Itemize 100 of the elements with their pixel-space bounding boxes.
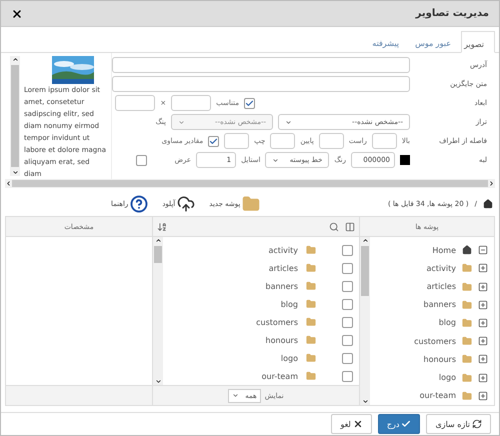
scrollbar[interactable]	[10, 56, 20, 176]
scroll-thumb[interactable]	[12, 180, 488, 187]
window-title: مدیریت تصاویر	[416, 8, 489, 19]
scroll-up-icon[interactable]	[362, 237, 368, 244]
expand-icon[interactable]	[478, 336, 488, 346]
dialog-button[interactable]: درج	[378, 414, 420, 434]
scroll-up-icon[interactable]	[12, 56, 18, 63]
home-icon[interactable]	[483, 199, 493, 209]
checkbox[interactable]	[136, 154, 147, 166]
columns-icon[interactable]	[345, 222, 355, 232]
tree-item[interactable]: blog	[370, 314, 494, 332]
expand-icon[interactable]	[478, 354, 488, 364]
scroll-thumb[interactable]	[11, 65, 19, 167]
refresh-icon	[472, 419, 482, 429]
scrollbar[interactable]	[5, 179, 495, 188]
tree-item[interactable]: activity	[370, 259, 494, 278]
expand-icon[interactable]	[478, 318, 488, 328]
tab[interactable]: عبور موس	[409, 31, 461, 52]
tree-item[interactable]: customers	[370, 332, 494, 350]
folder-icon	[306, 371, 316, 381]
folder-icon	[306, 353, 316, 363]
caret-icon	[272, 156, 280, 164]
scrollbar[interactable]	[153, 237, 163, 385]
tree-item[interactable]: Home	[370, 241, 494, 260]
search-icon[interactable]	[329, 222, 339, 232]
folder-icon	[462, 282, 472, 292]
checkbox[interactable]	[342, 334, 353, 346]
file-list-item[interactable]: our-team	[163, 367, 359, 385]
sort-icon[interactable]	[157, 222, 167, 232]
file-list-item[interactable]: articles	[163, 259, 359, 277]
file-list-item[interactable]: banners	[163, 277, 359, 295]
scroll-right-icon[interactable]	[488, 180, 495, 187]
folder-icon	[462, 336, 472, 346]
scroll-down-icon[interactable]	[154, 378, 162, 385]
scroll-left-icon[interactable]	[5, 180, 12, 187]
folder-icon	[306, 299, 316, 309]
checkbox[interactable]	[342, 262, 353, 274]
tab[interactable]: تصویر	[461, 31, 495, 53]
checkbox[interactable]	[342, 244, 353, 256]
collapse-icon[interactable]	[478, 245, 488, 256]
checkbox[interactable]	[342, 316, 353, 328]
dialog-button[interactable]: تازه سازی	[426, 414, 491, 434]
tree-item[interactable]: our-team	[370, 386, 494, 405]
scroll-thumb[interactable]	[361, 246, 369, 296]
expand-icon[interactable]	[478, 372, 488, 383]
caret-icon	[232, 392, 240, 399]
close-icon[interactable]	[11, 8, 23, 20]
folder-icon	[462, 372, 472, 383]
check-icon	[401, 419, 412, 429]
tree-item[interactable]: banners	[370, 296, 494, 314]
folder-icon	[462, 390, 472, 401]
scroll-down-icon[interactable]	[362, 398, 368, 405]
expand-icon[interactable]	[478, 390, 488, 401]
color-swatch[interactable]	[400, 155, 410, 165]
checkbox[interactable]	[342, 298, 353, 310]
cloud-upload-icon	[177, 195, 196, 213]
folder-icon	[306, 245, 316, 255]
caret-icon	[285, 118, 292, 126]
expand-icon[interactable]	[478, 282, 488, 292]
url-field[interactable]	[112, 57, 410, 73]
checkbox[interactable]	[342, 280, 353, 292]
scroll-down-icon[interactable]	[12, 169, 18, 176]
scrollbar[interactable]	[360, 237, 370, 405]
scroll-up-icon[interactable]	[154, 237, 162, 244]
tree-item[interactable]: logo	[370, 368, 494, 387]
alt-text-field[interactable]	[112, 76, 410, 92]
spacing-field[interactable]	[372, 133, 397, 149]
folder-icon	[242, 195, 260, 213]
spacing-field[interactable]	[270, 133, 296, 149]
folder-icon	[462, 318, 472, 328]
home-icon	[462, 245, 472, 256]
folder-icon	[462, 263, 472, 274]
tree-item[interactable]: articles	[370, 277, 494, 296]
folder-icon	[462, 300, 472, 310]
tab[interactable]: پیشرفته	[365, 31, 409, 52]
help-icon	[130, 195, 148, 213]
checkbox[interactable]	[208, 136, 220, 146]
folder-icon	[306, 281, 316, 291]
tree-item[interactable]: honours	[370, 350, 494, 369]
checkbox[interactable]	[342, 352, 353, 364]
folder-icon	[462, 354, 472, 364]
spacing-field[interactable]	[224, 133, 250, 149]
folder-icon	[306, 317, 316, 327]
file-list-item[interactable]: blog	[163, 295, 359, 313]
folder-icon	[306, 263, 316, 273]
dialog-button[interactable]: لغو	[331, 414, 372, 434]
width-field[interactable]	[171, 95, 212, 111]
checkbox[interactable]	[244, 98, 255, 108]
file-list-item[interactable]: logo	[163, 349, 359, 367]
folder-icon	[306, 335, 316, 345]
expand-icon[interactable]	[478, 300, 488, 310]
file-list-item[interactable]: activity	[163, 241, 359, 259]
file-list-item[interactable]: customers	[163, 313, 359, 331]
expand-icon[interactable]	[478, 263, 488, 274]
spacing-field[interactable]	[318, 133, 344, 149]
close-icon	[352, 419, 363, 429]
scroll-thumb[interactable]	[154, 246, 162, 263]
checkbox[interactable]	[342, 370, 353, 382]
height-field[interactable]	[115, 95, 156, 111]
file-list-item[interactable]: honours	[163, 331, 359, 349]
